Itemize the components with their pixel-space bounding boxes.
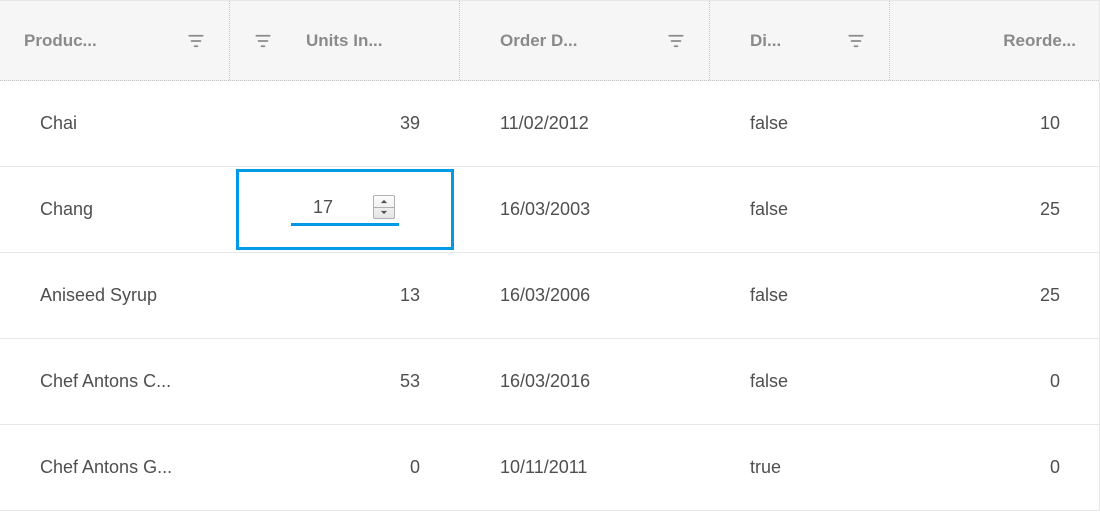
cell-order-date[interactable]: 16/03/2003 xyxy=(460,167,710,252)
filter-icon[interactable] xyxy=(667,32,685,50)
table-row[interactable]: Aniseed Syrup 13 16/03/2006 false 25 xyxy=(0,253,1099,339)
spin-buttons xyxy=(373,195,395,219)
cell-reorder[interactable]: 10 xyxy=(890,81,1100,166)
cell-units-in-stock[interactable]: 0 xyxy=(230,425,460,510)
filter-icon[interactable] xyxy=(847,32,865,50)
cell-discontinued[interactable]: true xyxy=(710,425,890,510)
filter-icon[interactable] xyxy=(254,32,272,50)
cell-units-in-stock-editing[interactable] xyxy=(230,167,460,252)
cell-units-in-stock[interactable]: 39 xyxy=(230,81,460,166)
table-row[interactable]: Chai 39 11/02/2012 false 10 xyxy=(0,81,1099,167)
spin-down-button[interactable] xyxy=(374,208,394,219)
cell-order-date[interactable]: 10/11/2011 xyxy=(460,425,710,510)
column-header-label: Reorde... xyxy=(1003,31,1076,51)
column-header-label: Di... xyxy=(734,31,781,51)
cell-product[interactable]: Chai xyxy=(0,81,230,166)
numeric-editor xyxy=(291,193,399,226)
cell-discontinued[interactable]: false xyxy=(710,167,890,252)
cell-reorder[interactable]: 25 xyxy=(890,167,1100,252)
column-header-reorder[interactable]: Reorde... xyxy=(890,1,1100,80)
column-header-discontinued[interactable]: Di... xyxy=(710,1,890,80)
filter-icon[interactable] xyxy=(187,32,205,50)
cell-discontinued[interactable]: false xyxy=(710,81,890,166)
cell-order-date[interactable]: 16/03/2006 xyxy=(460,253,710,338)
cell-editor-frame xyxy=(236,169,454,250)
table-row[interactable]: Chef Antons C... 53 16/03/2016 false 0 xyxy=(0,339,1099,425)
cell-product[interactable]: Chef Antons C... xyxy=(0,339,230,424)
cell-discontinued[interactable]: false xyxy=(710,339,890,424)
cell-order-date[interactable]: 16/03/2016 xyxy=(460,339,710,424)
numeric-input[interactable] xyxy=(295,196,335,219)
grid-body: Chai 39 11/02/2012 false 10 Chang xyxy=(0,81,1099,511)
cell-product[interactable]: Chef Antons G... xyxy=(0,425,230,510)
table-row[interactable]: Chang 1 xyxy=(0,167,1099,253)
spin-up-button[interactable] xyxy=(374,196,394,208)
cell-units-in-stock[interactable]: 53 xyxy=(230,339,460,424)
table-row[interactable]: Chef Antons G... 0 10/11/2011 true 0 xyxy=(0,425,1099,511)
column-header-order-date[interactable]: Order D... xyxy=(460,1,710,80)
column-header-label: Units In... xyxy=(306,31,383,51)
column-header-product[interactable]: Produc... xyxy=(0,1,230,80)
cell-reorder[interactable]: 0 xyxy=(890,339,1100,424)
column-header-label: Order D... xyxy=(484,31,577,51)
column-header-label: Produc... xyxy=(24,31,97,51)
column-header-row: Produc... Units In... Order D... Di... R xyxy=(0,1,1099,81)
column-header-units-in-stock[interactable]: Units In... xyxy=(230,1,460,80)
cell-units-in-stock[interactable]: 13 xyxy=(230,253,460,338)
data-grid: Produc... Units In... Order D... Di... R xyxy=(0,0,1100,511)
cell-reorder[interactable]: 0 xyxy=(890,425,1100,510)
cell-discontinued[interactable]: false xyxy=(710,253,890,338)
cell-order-date[interactable]: 11/02/2012 xyxy=(460,81,710,166)
cell-product[interactable]: Aniseed Syrup xyxy=(0,253,230,338)
cell-reorder[interactable]: 25 xyxy=(890,253,1100,338)
cell-product[interactable]: Chang xyxy=(0,167,230,252)
